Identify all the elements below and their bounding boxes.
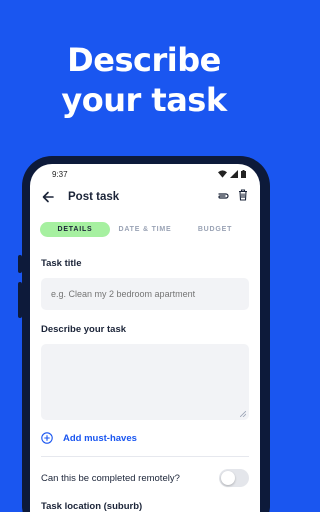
remote-toggle[interactable]	[219, 469, 249, 487]
describe-task-textarea[interactable]	[41, 344, 249, 420]
toggle-knob	[221, 471, 235, 485]
task-title-label: Task title	[41, 258, 82, 269]
tab-date-time[interactable]: DATE & TIME	[110, 226, 180, 233]
describe-task-label: Describe your task	[41, 324, 127, 335]
signal-icon	[230, 170, 238, 178]
remote-question: Can this be completed remotely?	[41, 472, 180, 484]
headline-line-2: your task	[61, 81, 227, 119]
back-arrow-icon[interactable]	[40, 189, 56, 205]
page-title: Post task	[68, 191, 120, 203]
phone-volume-button-2	[18, 282, 22, 318]
step-tabs: DETAILS DATE & TIME BUDGET	[30, 214, 260, 244]
delete-icon[interactable]	[238, 188, 248, 206]
status-time: 9:37	[52, 169, 68, 179]
phone-power-button	[266, 318, 270, 376]
status-bar: 9:37	[30, 164, 260, 184]
status-icons	[218, 170, 246, 178]
add-must-haves-label: Add must-haves	[63, 432, 137, 444]
tab-details[interactable]: DETAILS	[40, 221, 110, 237]
add-must-haves-button[interactable]: Add must-haves	[41, 432, 249, 444]
promo-headline: Describe your task	[0, 40, 288, 120]
wifi-icon	[218, 170, 227, 178]
task-location-label: Task location (suburb)	[41, 501, 143, 512]
remote-row: Can this be completed remotely?	[41, 469, 249, 487]
plus-circle-icon	[41, 432, 53, 444]
battery-icon	[241, 170, 246, 178]
app-bar-actions	[216, 188, 248, 206]
task-form: Task title Describe your task Add must-h…	[30, 258, 260, 512]
phone-volume-button	[18, 255, 22, 273]
task-title-input[interactable]	[41, 278, 249, 310]
app-bar: Post task	[30, 184, 260, 210]
headline-line-1: Describe	[67, 41, 221, 79]
phone-screen: 9:37 Post task DETAILS DATE & TIME BUDGE…	[30, 164, 260, 512]
attachment-icon[interactable]	[216, 188, 230, 206]
tab-budget[interactable]: BUDGET	[180, 226, 250, 233]
divider	[41, 456, 249, 457]
resize-handle-icon[interactable]	[240, 411, 246, 417]
